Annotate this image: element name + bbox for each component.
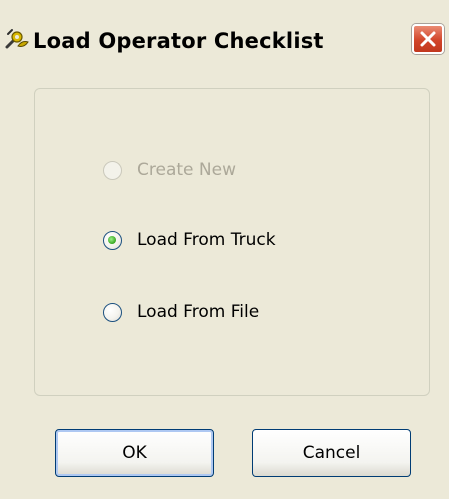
radio-load-from-truck-circle[interactable] (103, 230, 122, 250)
title-bar[interactable]: Load Operator Checklist (0, 0, 449, 78)
radio-load-from-truck[interactable]: Load From Truck (103, 225, 276, 255)
radio-selected-dot (108, 235, 116, 244)
radio-create-new-label: Create New (137, 160, 236, 180)
ok-button[interactable]: OK (55, 429, 214, 477)
load-operator-checklist-dialog: Load Operator Checklist Create New Load … (0, 0, 449, 499)
radio-create-new-circle (103, 160, 122, 180)
radio-load-from-file[interactable]: Load From File (103, 297, 259, 327)
close-button[interactable] (412, 24, 444, 54)
radio-load-from-file-circle[interactable] (103, 302, 122, 322)
window-title: Load Operator Checklist (33, 29, 324, 53)
radio-create-new: Create New (103, 155, 236, 185)
radio-load-from-file-label[interactable]: Load From File (137, 302, 259, 322)
radio-load-from-truck-label[interactable]: Load From Truck (137, 230, 276, 250)
checklist-wrench-icon (4, 26, 30, 52)
cancel-button[interactable]: Cancel (252, 429, 411, 477)
